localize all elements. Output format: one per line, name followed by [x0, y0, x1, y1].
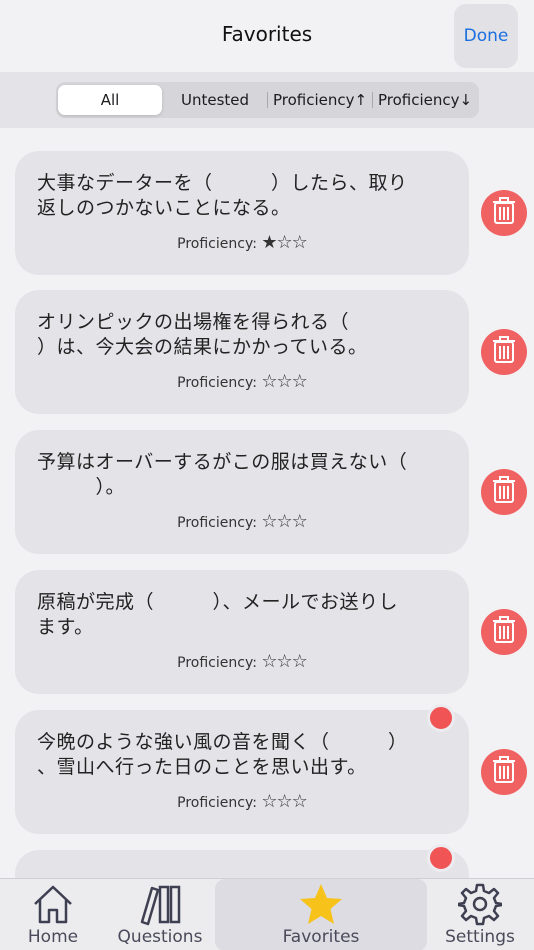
delete-button[interactable]	[481, 329, 527, 375]
proficiency-label: Proficiency:	[177, 655, 257, 671]
question-text: 予算はオーバーするがこの服は買えない（ ）。	[37, 450, 447, 500]
filter-all[interactable]: All	[58, 85, 162, 115]
question-line: オリンピックの出場権を得られる（	[37, 311, 408, 333]
question-card[interactable]: 今晩のような強い風の音を聞く（ ） 、雪山へ行った日のことを思い出す。 Prof…	[15, 710, 469, 834]
trash-icon	[492, 616, 516, 648]
tab-label: Settings	[445, 927, 515, 947]
home-icon	[31, 881, 75, 927]
filter-proficiency-desc[interactable]: Proficiency↓	[373, 85, 477, 115]
favorites-list[interactable]: 大事なデーターを（ ）したら、取り 返しのつかないことになる。 Proficie…	[0, 128, 534, 878]
delete-button[interactable]	[481, 749, 527, 795]
filter-untested[interactable]: Untested	[163, 85, 267, 115]
books-icon	[136, 881, 184, 927]
question-text: 今晩のような強い風の音を聞く（ ） 、雪山へ行った日のことを思い出す。	[37, 730, 447, 780]
proficiency-label: Proficiency:	[177, 795, 257, 811]
tab-settings[interactable]: Settings	[440, 879, 520, 950]
trash-icon	[492, 476, 516, 508]
trash-icon	[492, 756, 516, 788]
unread-indicator	[427, 704, 455, 732]
proficiency-stars: ☆☆☆	[261, 511, 307, 532]
tab-label: Questions	[117, 927, 203, 947]
filter-bar: All Untested Proficiency↑ Proficiency↓	[0, 72, 534, 128]
proficiency-label: Proficiency:	[177, 515, 257, 531]
trash-icon	[492, 336, 516, 368]
proficiency: Proficiency: ☆☆☆	[15, 511, 469, 532]
delete-button[interactable]	[481, 469, 527, 515]
question-line: ）。	[37, 476, 126, 498]
question-line: 予算はオーバーするがこの服は買えない（	[37, 451, 408, 473]
app: Favorites Done All Untested Proficiency↑…	[0, 0, 534, 950]
proficiency-stars: ☆☆☆	[261, 791, 307, 812]
proficiency-label: Proficiency:	[177, 375, 257, 391]
question-line: 返しのつかないことになる。	[37, 197, 291, 219]
star-icon	[298, 881, 344, 927]
tab-home[interactable]: Home	[14, 879, 92, 950]
tab-label: Home	[27, 927, 79, 947]
question-card[interactable]: 予算はオーバーするがこの服は買えない（ ）。 Proficiency: ☆☆☆	[15, 430, 469, 554]
proficiency-stars: ☆☆☆	[261, 651, 307, 672]
filter-proficiency-asc[interactable]: Proficiency↑	[268, 85, 372, 115]
proficiency-stars: ★☆☆	[261, 232, 307, 253]
question-line: 、雪山へ行った日のことを思い出す。	[37, 756, 367, 778]
unread-indicator	[427, 844, 455, 872]
nav-bar: Favorites Done	[0, 0, 534, 72]
tab-label: Favorites	[282, 927, 360, 947]
question-card[interactable]	[15, 850, 469, 878]
delete-button[interactable]	[481, 609, 527, 655]
delete-button[interactable]	[481, 190, 527, 236]
tab-favorites[interactable]: Favorites	[215, 879, 427, 950]
tab-questions[interactable]: Questions	[112, 879, 208, 950]
proficiency: Proficiency: ☆☆☆	[15, 791, 469, 812]
filter-segmented-control: All Untested Proficiency↑ Proficiency↓	[56, 82, 479, 118]
question-line: 今晩のような強い風の音を聞く（ ）	[37, 731, 408, 753]
tab-bar: Home Questions Favorites Settings	[0, 878, 534, 950]
question-text: 原稿が完成（ ）、メールでお送りし ます。	[37, 590, 447, 640]
question-line: ます。	[37, 616, 94, 638]
question-card[interactable]: 大事なデーターを（ ）したら、取り 返しのつかないことになる。 Proficie…	[15, 151, 469, 275]
question-line: 原稿が完成（ ）、メールでお送りし	[37, 591, 399, 613]
question-card[interactable]: オリンピックの出場権を得られる（ ）は、今大会の結果にかかっている。 Profi…	[15, 290, 469, 414]
question-text: 大事なデーターを（ ）したら、取り 返しのつかないことになる。	[37, 171, 447, 221]
trash-icon	[492, 197, 516, 229]
proficiency-stars: ☆☆☆	[261, 371, 307, 392]
proficiency: Proficiency: ★☆☆	[15, 232, 469, 253]
proficiency-label: Proficiency:	[177, 236, 257, 252]
question-text: オリンピックの出場権を得られる（ ）は、今大会の結果にかかっている。	[37, 310, 447, 360]
gear-icon	[458, 881, 502, 927]
done-button[interactable]: Done	[454, 4, 518, 68]
question-line: 大事なデーターを（ ）したら、取り	[37, 172, 408, 194]
question-line: ）は、今大会の結果にかかっている。	[37, 336, 368, 358]
question-card[interactable]: 原稿が完成（ ）、メールでお送りし ます。 Proficiency: ☆☆☆	[15, 570, 469, 694]
proficiency: Proficiency: ☆☆☆	[15, 651, 469, 672]
proficiency: Proficiency: ☆☆☆	[15, 371, 469, 392]
